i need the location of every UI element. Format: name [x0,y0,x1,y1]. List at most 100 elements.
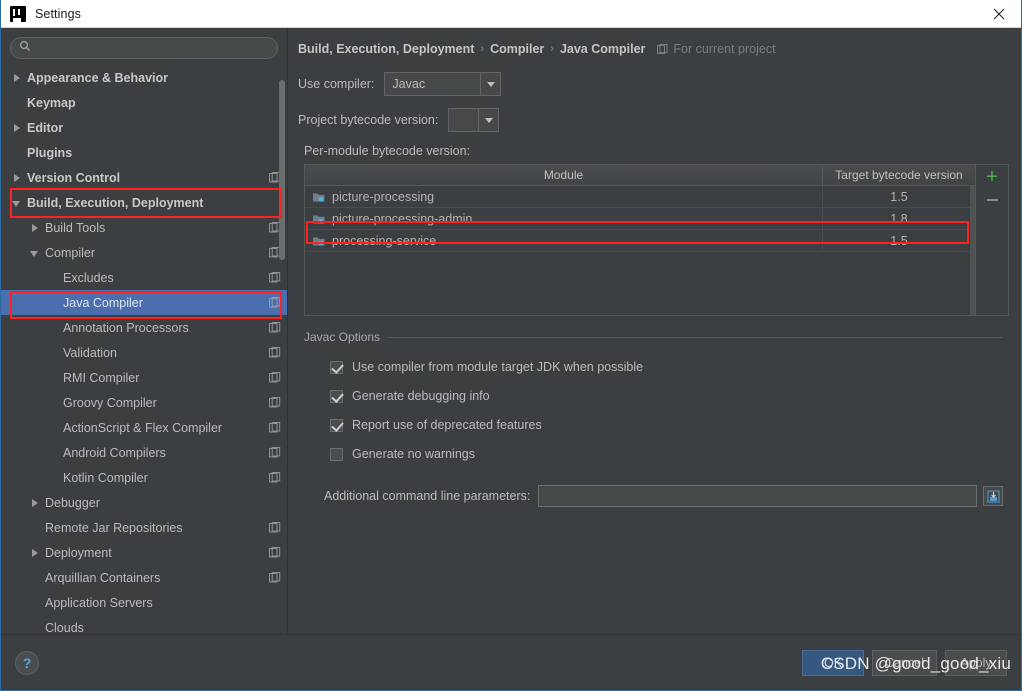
checkbox-icon[interactable] [330,360,343,374]
sidebar-item-compiler[interactable]: Compiler [1,240,287,265]
module-name: picture-processing [332,189,435,204]
sidebar-item-build-execution-deployment[interactable]: Build, Execution, Deployment [1,190,287,215]
expand-field-icon[interactable] [983,486,1003,506]
table-cell-target-bytecode[interactable]: 1.5 [823,230,975,251]
sidebar-item-label: RMI Compiler [63,370,140,385]
sidebar-item-build-tools[interactable]: Build Tools [1,215,287,240]
sidebar-item-debugger[interactable]: Debugger [1,490,287,515]
search-input[interactable] [36,41,269,55]
remove-module-button[interactable] [986,199,998,201]
sidebar-item-actionscript-flex-compiler[interactable]: ActionScript & Flex Compiler [1,415,287,440]
project-scope-icon [269,546,281,557]
per-module-label: Per-module bytecode version: [304,144,471,158]
sidebar-item-java-compiler[interactable]: Java Compiler [1,290,287,315]
breadcrumb-part-1[interactable]: Build, Execution, Deployment [298,42,474,56]
chevron-right-icon[interactable] [10,121,24,135]
sidebar-item-label: Build, Execution, Deployment [27,195,204,210]
chevron-right-icon[interactable] [28,221,42,235]
table-row[interactable]: picture-processing-admin 1.8 [305,208,975,230]
checkbox-icon[interactable] [330,418,343,432]
sidebar-item-keymap[interactable]: Keymap [1,90,287,115]
table-scrollbar[interactable] [970,186,975,315]
sidebar-item-label: Validation [63,345,117,360]
table-toolbar: + [976,164,1009,316]
use-compiler-dropdown[interactable]: Javac [384,72,502,96]
chevron-right-icon[interactable] [10,171,24,185]
checkbox-icon[interactable] [330,389,343,403]
project-scope-icon [269,296,281,307]
table-row[interactable]: picture-processing 1.5 [305,186,975,208]
project-scope-icon [657,43,668,54]
table-row[interactable]: processing-service 1.5 [305,230,975,252]
sidebar-item-version-control[interactable]: Version Control [1,165,287,190]
sidebar-item-rmi-compiler[interactable]: RMI Compiler [1,365,287,390]
checkbox-icon[interactable] [330,447,343,461]
project-scope-indicator [269,446,281,459]
sidebar-item-label: Application Servers [45,595,153,610]
sidebar-item-label: Compiler [45,245,96,260]
module-icon [313,193,325,201]
chevron-right-icon[interactable] [10,71,24,85]
project-bytecode-dropdown[interactable] [448,108,500,132]
chevron-down-icon [480,73,500,95]
project-scope-indicator [269,521,281,534]
sidebar-item-label: Plugins [27,145,73,160]
sidebar-item-application-servers[interactable]: Application Servers [1,590,287,615]
table-cell-target-bytecode[interactable]: 1.8 [823,208,975,229]
sidebar-item-label: Annotation Processors [63,320,189,335]
sidebar-item-appearance-behavior[interactable]: Appearance & Behavior [1,65,287,90]
project-scope-icon [269,371,281,382]
apply-button[interactable]: Apply [945,649,1007,676]
column-header-target-bytecode[interactable]: Target bytecode version [823,165,975,185]
help-button[interactable]: ? [15,650,39,675]
sidebar-item-android-compilers[interactable]: Android Compilers [1,440,287,465]
sidebar-item-kotlin-compiler[interactable]: Kotlin Compiler [1,465,287,490]
sidebar-item-editor[interactable]: Editor [1,115,287,140]
dialog-footer: ? OK Cancel Apply [1,634,1021,690]
sidebar-item-arquillian-containers[interactable]: Arquillian Containers [1,565,287,590]
cancel-button[interactable]: Cancel [872,649,937,676]
sidebar-item-annotation-processors[interactable]: Annotation Processors [1,315,287,340]
sidebar-item-remote-jar-repositories[interactable]: Remote Jar Repositories [1,515,287,540]
sidebar-item-validation[interactable]: Validation [1,340,287,365]
additional-params-input[interactable] [538,485,977,507]
search-box[interactable] [10,37,278,59]
sidebar-item-deployment[interactable]: Deployment [1,540,287,565]
close-icon[interactable] [976,0,1021,27]
sidebar-item-excludes[interactable]: Excludes [1,265,287,290]
chevron-right-icon[interactable] [28,546,42,560]
chevron-down-icon[interactable] [10,196,24,210]
additional-params-label: Additional command line parameters: [324,489,531,503]
per-module-table-area: Module Target bytecode version picture-p… [304,164,1009,316]
sidebar-item-plugins[interactable]: Plugins [1,140,287,165]
javac-option-row[interactable]: Report use of deprecated features [330,414,1003,436]
ok-button[interactable]: OK [802,649,865,676]
table-cell-module[interactable]: processing-service [305,230,823,251]
table-cell-module[interactable]: picture-processing-admin [305,208,823,229]
search-icon [19,39,31,57]
javac-option-label: Generate no warnings [352,447,475,461]
breadcrumb-part-2[interactable]: Compiler [490,42,544,56]
sidebar-item-label: Keymap [27,95,76,110]
sidebar-item-label: Kotlin Compiler [63,470,148,485]
add-module-button[interactable]: + [986,167,998,188]
javac-option-row[interactable]: Use compiler from module target JDK when… [330,356,1003,378]
table-cell-module[interactable]: picture-processing [305,186,823,207]
table-cell-target-bytecode[interactable]: 1.5 [823,186,975,207]
javac-option-row[interactable]: Generate no warnings [330,443,1003,465]
javac-option-row[interactable]: Generate debugging info [330,385,1003,407]
chevron-down-icon[interactable] [28,246,42,260]
chevron-right-icon[interactable] [28,496,42,510]
sidebar-item-label: Groovy Compiler [63,395,157,410]
sidebar-scrollbar[interactable] [279,80,285,260]
sidebar-item-groovy-compiler[interactable]: Groovy Compiler [1,390,287,415]
project-scope-icon [269,421,281,432]
column-header-module[interactable]: Module [305,165,823,185]
dialog-button-group: OK Cancel Apply [802,649,1007,676]
